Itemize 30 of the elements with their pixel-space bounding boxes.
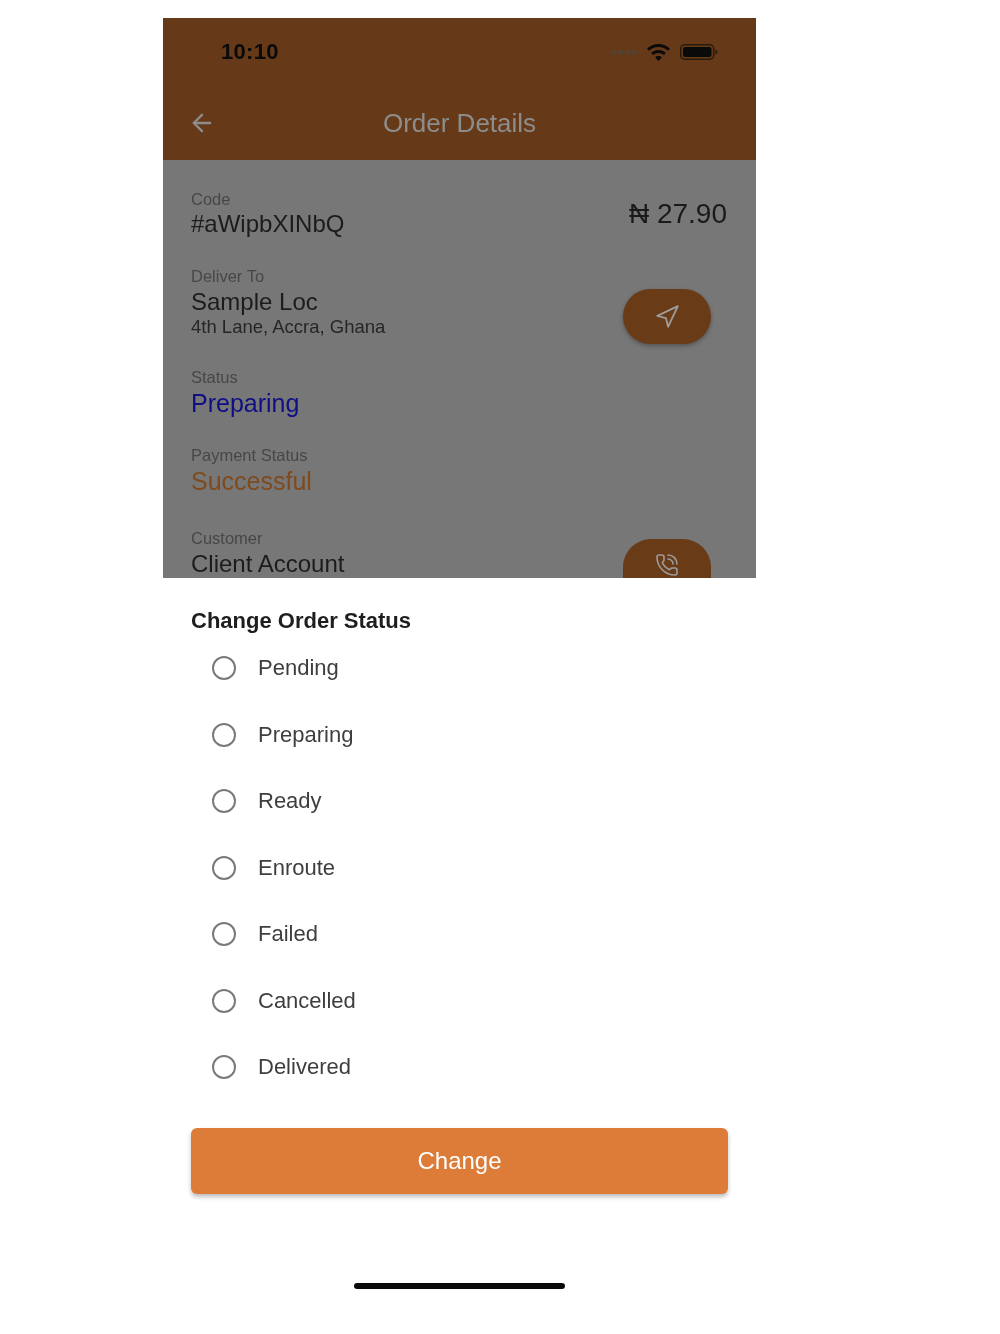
radio-button[interactable] [212, 656, 236, 681]
order-amount: ₦ 27.90 [628, 197, 727, 231]
field-value: Preparing [191, 388, 300, 418]
battery-icon [680, 44, 718, 60]
radio-button[interactable] [212, 789, 236, 814]
option-label[interactable]: Enroute [258, 854, 336, 881]
call-button[interactable] [623, 539, 711, 578]
address-text: 4th Lane, Accra, Ghana [191, 316, 386, 338]
field-value: #aWipbXINbQ [191, 210, 345, 238]
field-value: Client Account [191, 550, 345, 578]
radio-button[interactable] [212, 922, 236, 947]
radio-button[interactable] [212, 1055, 236, 1080]
option-label[interactable]: Pending [258, 655, 339, 682]
field-value: Sample Loc [191, 288, 319, 316]
radio-button[interactable] [212, 722, 236, 747]
page-title: Order Details [382, 107, 537, 139]
radio-button[interactable] [212, 855, 236, 880]
option-label[interactable]: Delivered [258, 1054, 351, 1081]
radio-button[interactable] [212, 988, 236, 1013]
option-label[interactable]: Ready [258, 788, 322, 815]
field-value: Successful [191, 466, 312, 496]
phone-icon [655, 553, 679, 577]
wifi-icon [647, 43, 670, 61]
option-label[interactable]: Preparing [258, 721, 354, 748]
option-label[interactable]: Failed [258, 921, 318, 948]
sheet-title: Change Order Status [191, 607, 412, 635]
status-time: 10:10 [221, 39, 279, 65]
navigation-arrow-icon [654, 303, 680, 330]
navigate-button[interactable] [623, 289, 711, 344]
option-label[interactable]: Cancelled [258, 987, 356, 1014]
